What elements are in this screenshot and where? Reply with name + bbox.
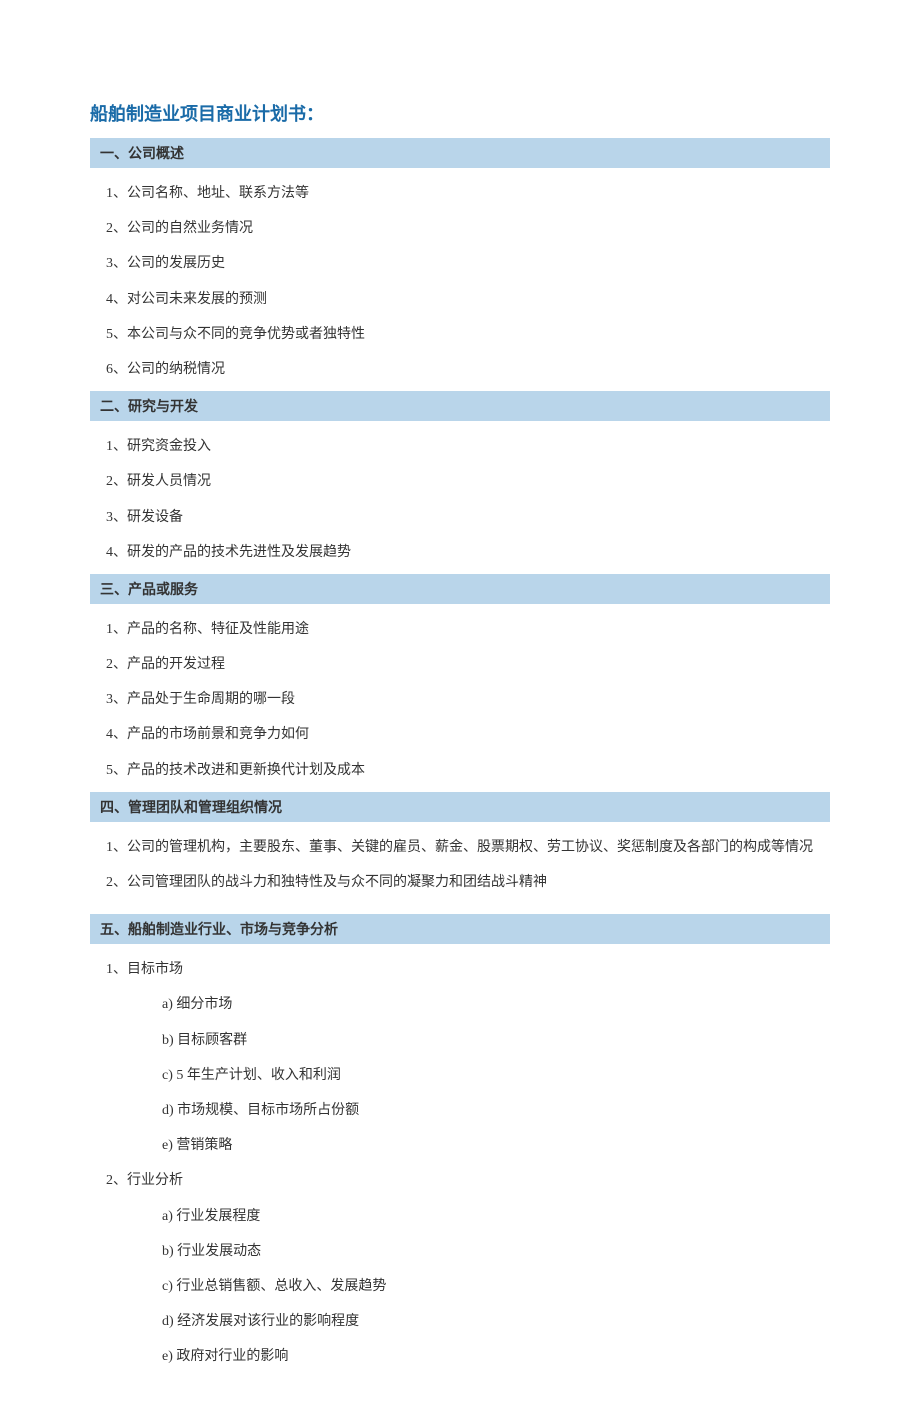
list-item: 5、本公司与众不同的竞争优势或者独特性 — [90, 317, 830, 352]
sub-list-item: a) 细分市场 — [90, 987, 830, 1022]
sub-list-item: b) 行业发展动态 — [90, 1234, 830, 1269]
list-item: 1、研究资金投入 — [90, 429, 830, 464]
list-item: 2、公司管理团队的战斗力和独特性及与众不同的凝聚力和团结战斗精神 — [90, 865, 830, 900]
list-item: 1、产品的名称、特征及性能用途 — [90, 612, 830, 647]
sub-list-item: e) 政府对行业的影响 — [90, 1339, 830, 1374]
section-2: 二、研究与开发 1、研究资金投入 2、研发人员情况 3、研发设备 4、研发的产品… — [90, 391, 830, 570]
section-header-5: 五、船舶制造业行业、市场与竞争分析 — [90, 914, 830, 944]
sub-list-item: a) 行业发展程度 — [90, 1199, 830, 1234]
document-title: 船舶制造业项目商业计划书： — [90, 100, 830, 126]
sub-list-item: b) 目标顾客群 — [90, 1023, 830, 1058]
list-item: 6、公司的纳税情况 — [90, 352, 830, 387]
list-item: 3、公司的发展历史 — [90, 246, 830, 281]
list-item: 3、产品处于生命周期的哪一段 — [90, 682, 830, 717]
list-item: 2、行业分析 — [90, 1163, 830, 1198]
list-item: 2、公司的自然业务情况 — [90, 211, 830, 246]
list-item: 4、研发的产品的技术先进性及发展趋势 — [90, 535, 830, 570]
list-item: 4、产品的市场前景和竞争力如何 — [90, 717, 830, 752]
list-item: 1、公司的管理机构，主要股东、董事、关键的雇员、薪金、股票期权、劳工协议、奖惩制… — [90, 830, 830, 865]
sub-list-item: e) 营销策略 — [90, 1128, 830, 1163]
section-1: 一、公司概述 1、公司名称、地址、联系方法等 2、公司的自然业务情况 3、公司的… — [90, 138, 830, 387]
list-item: 1、目标市场 — [90, 952, 830, 987]
list-item: 5、产品的技术改进和更新换代计划及成本 — [90, 753, 830, 788]
section-5: 五、船舶制造业行业、市场与竞争分析 1、目标市场 a) 细分市场 b) 目标顾客… — [90, 914, 830, 1374]
section-header-1: 一、公司概述 — [90, 138, 830, 168]
sub-list-item: d) 经济发展对该行业的影响程度 — [90, 1304, 830, 1339]
section-header-2: 二、研究与开发 — [90, 391, 830, 421]
list-item: 2、产品的开发过程 — [90, 647, 830, 682]
section-4: 四、管理团队和管理组织情况 1、公司的管理机构，主要股东、董事、关键的雇员、薪金… — [90, 792, 830, 900]
section-header-3: 三、产品或服务 — [90, 574, 830, 604]
list-item: 1、公司名称、地址、联系方法等 — [90, 176, 830, 211]
sub-list-item: c) 5 年生产计划、收入和利润 — [90, 1058, 830, 1093]
section-header-4: 四、管理团队和管理组织情况 — [90, 792, 830, 822]
list-item: 2、研发人员情况 — [90, 464, 830, 499]
list-item: 4、对公司未来发展的预测 — [90, 282, 830, 317]
section-3: 三、产品或服务 1、产品的名称、特征及性能用途 2、产品的开发过程 3、产品处于… — [90, 574, 830, 788]
sub-list-item: d) 市场规模、目标市场所占份额 — [90, 1093, 830, 1128]
list-item: 3、研发设备 — [90, 500, 830, 535]
sub-list-item: c) 行业总销售额、总收入、发展趋势 — [90, 1269, 830, 1304]
